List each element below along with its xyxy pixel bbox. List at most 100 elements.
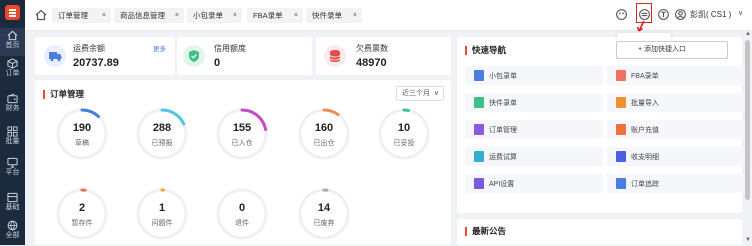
status-ring[interactable]: 288 已预报	[135, 107, 189, 161]
add-shortcut-label: + 添加快捷入口	[638, 46, 687, 53]
cube-icon	[7, 58, 18, 69]
status-ring[interactable]: 0 退件	[215, 187, 269, 241]
quick-nav-item[interactable]: 小包录单	[465, 66, 603, 85]
database-icon	[324, 45, 346, 67]
status-label: 已入仓	[231, 140, 253, 147]
tab-label: 商品信息管理	[120, 11, 165, 20]
quick-nav-item[interactable]: 订单管理	[465, 120, 603, 139]
quick-nav-panel: 快速导航 + 添加快捷入口 小包录单 FBA录单 快件录单 批量导入订单管理 账户充值运…	[457, 37, 745, 213]
more-link[interactable]: 更多	[153, 43, 166, 53]
status-ring[interactable]: 155 已入仓	[215, 107, 269, 161]
balance-value: 20737.89	[73, 57, 119, 69]
status-label: 已出仓	[313, 140, 335, 147]
grid-icon	[7, 126, 18, 137]
add-shortcut-button[interactable]: + 添加快捷入口	[616, 41, 728, 59]
status-ring[interactable]: 1 问题件	[135, 187, 189, 241]
close-icon[interactable]: ×	[233, 8, 237, 23]
theme-icon[interactable]	[615, 8, 628, 21]
quick-nav-item[interactable]: 收支明细	[607, 147, 745, 166]
status-ring[interactable]: 10 已妥投	[377, 107, 431, 161]
home-icon	[7, 30, 18, 41]
tab-label: FBA录单	[253, 11, 283, 20]
sidebar-item-home[interactable]: 首页	[0, 28, 25, 56]
status-ring[interactable]: 2 暂存件	[55, 187, 109, 241]
balance-label: 运费余额	[73, 44, 105, 53]
status-count: 0	[238, 202, 246, 214]
wallet-icon	[616, 124, 626, 135]
file-icon	[474, 70, 484, 81]
ring-chart	[216, 108, 268, 160]
ring-chart	[56, 108, 108, 160]
quick-nav-label: 收支明细	[631, 154, 659, 161]
sidebar-item-platform[interactable]: 平台	[0, 155, 25, 183]
status-label: 草稿	[75, 140, 89, 147]
scrollbar[interactable]	[745, 40, 750, 200]
sidebar-item-label: 订单	[5, 70, 20, 77]
close-icon[interactable]: ×	[175, 8, 179, 23]
globe-icon	[7, 220, 18, 231]
debt-value: 48970	[356, 57, 387, 69]
quick-nav-label: 批量导入	[631, 100, 659, 107]
status-count: 155	[232, 122, 252, 134]
scroll-up-icon[interactable]: ▲	[745, 31, 751, 37]
quick-nav-item[interactable]: 批量导入	[607, 93, 745, 112]
date-range-select[interactable]: 近三个月 ∨	[396, 86, 444, 101]
shield-icon	[183, 45, 205, 67]
status-count: 288	[152, 122, 172, 134]
sidebar-item-all[interactable]: 全部	[0, 218, 25, 246]
sidebar-item-label: 基础	[5, 204, 20, 211]
home-icon[interactable]	[35, 9, 47, 21]
import-icon	[616, 97, 626, 108]
monitor-icon	[7, 157, 18, 168]
language-icon[interactable]	[657, 8, 670, 21]
status-label: 退件	[235, 220, 249, 227]
quick-nav-item[interactable]: 运费试算	[465, 147, 603, 166]
status-ring[interactable]: 190 草稿	[55, 107, 109, 161]
user-icon[interactable]	[674, 8, 687, 21]
credit-card: 信用额度 0	[177, 37, 312, 75]
tab-fba[interactable]: FBA录单 ×	[247, 8, 303, 23]
quick-nav-item[interactable]: 订单追踪	[607, 174, 745, 193]
menu-icon[interactable]	[5, 5, 20, 20]
quick-nav-label: 运费试算	[489, 154, 517, 161]
chevron-down-icon: ∨	[433, 90, 439, 97]
tab-product-info[interactable]: 商品信息管理 ×	[114, 8, 184, 23]
list-icon	[474, 124, 484, 135]
status-ring[interactable]: 160 已出仓	[297, 107, 351, 161]
sidebar-item-basic[interactable]: 基础	[0, 190, 25, 218]
scroll-down-icon[interactable]: ▼	[745, 237, 751, 243]
sidebar-item-orders[interactable]: 订单	[0, 56, 25, 84]
sidebar-item-finance[interactable]: 财务	[0, 91, 25, 119]
file-icon	[474, 97, 484, 108]
tab-order-management[interactable]: 订单管理 ×	[52, 8, 111, 23]
chevron-down-icon[interactable]: ∨	[738, 9, 743, 17]
quick-nav-label: 账户充值	[631, 127, 659, 134]
sidebar: 首页 订单 财务 批量 平台 基础 全部	[0, 0, 25, 245]
quick-nav-label: 小包录单	[489, 73, 517, 80]
quick-nav-item[interactable]: 快件录单	[465, 93, 603, 112]
status-count: 160	[314, 122, 334, 134]
status-count: 10	[397, 122, 411, 134]
section-title: 快速导航	[465, 46, 506, 55]
tab-label: 小包录单	[193, 11, 223, 20]
quick-nav-label: API设置	[489, 181, 515, 188]
tab-express[interactable]: 快件录单 ×	[306, 8, 362, 23]
status-label: 已废弃	[313, 220, 335, 227]
close-icon[interactable]: ×	[102, 8, 106, 23]
status-ring[interactable]: 14 已废弃	[297, 187, 351, 241]
quick-nav-item[interactable]: API设置	[465, 174, 603, 193]
status-label: 暂存件	[71, 220, 93, 227]
user-name[interactable]: 彭凯( CS1 )	[690, 9, 731, 20]
close-icon[interactable]: ×	[353, 8, 357, 23]
sidebar-item-batch[interactable]: 批量	[0, 124, 25, 152]
close-icon[interactable]: ×	[294, 8, 298, 23]
quick-nav-item[interactable]: 账户充值	[607, 120, 745, 139]
ring-chart	[136, 108, 188, 160]
truck-icon	[44, 45, 66, 67]
status-count: 14	[317, 202, 331, 214]
tab-small-package[interactable]: 小包录单 ×	[187, 8, 242, 23]
quick-nav-label: 订单追踪	[631, 181, 659, 188]
status-label: 问题件	[151, 220, 173, 227]
status-label: 已预报	[151, 140, 173, 147]
quick-nav-item[interactable]: FBA录单	[607, 66, 745, 85]
